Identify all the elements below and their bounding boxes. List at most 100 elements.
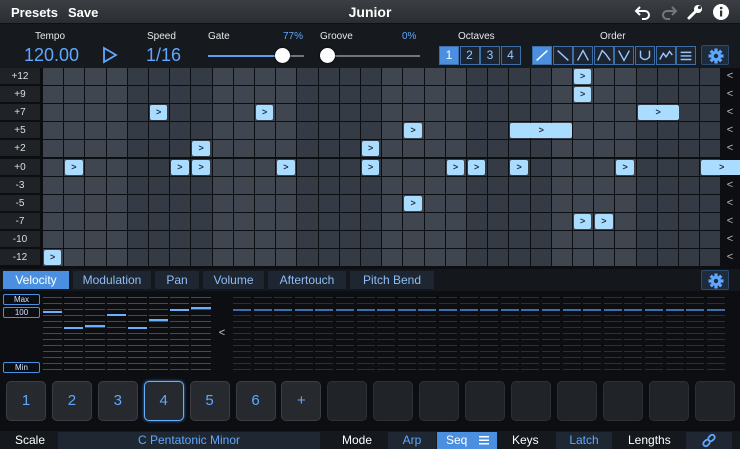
grid-cell[interactable] — [297, 249, 318, 267]
grid-cell[interactable] — [339, 230, 360, 248]
grid-cell[interactable] — [382, 212, 403, 230]
grid-cell[interactable] — [636, 194, 657, 212]
add-pattern-button[interactable]: + — [281, 381, 322, 421]
grid-cell[interactable] — [636, 249, 657, 267]
grid-cell[interactable] — [530, 230, 551, 248]
grid-cell[interactable] — [43, 86, 64, 104]
velocity-bar-inactive[interactable] — [562, 293, 581, 373]
pattern-pad-4[interactable]: 4 — [143, 381, 184, 421]
grid-cell[interactable] — [297, 230, 318, 248]
velocity-bar-inactive[interactable] — [439, 293, 457, 373]
tab-velocity[interactable]: Velocity — [3, 271, 69, 289]
groove-slider[interactable] — [320, 55, 420, 57]
grid-cell[interactable] — [233, 249, 254, 267]
speed-value[interactable]: 1/16 — [146, 45, 181, 66]
grid-cell[interactable] — [64, 104, 85, 122]
grid-cell[interactable] — [43, 104, 64, 122]
grid-cell[interactable] — [382, 194, 403, 212]
grid-cell[interactable] — [297, 158, 318, 176]
settings-button[interactable] — [701, 45, 729, 65]
grid-cell[interactable] — [255, 230, 276, 248]
grid-cell[interactable] — [657, 158, 678, 176]
grid-cell[interactable] — [551, 194, 572, 212]
groove-slider-thumb[interactable] — [320, 48, 335, 63]
note-block[interactable]: > — [192, 141, 210, 157]
grid-cell[interactable] — [679, 249, 700, 267]
grid-cell[interactable] — [64, 249, 85, 267]
grid-cell[interactable] — [551, 104, 572, 122]
grid-cell[interactable] — [700, 230, 721, 248]
row-expand-arrow[interactable]: < — [722, 213, 738, 230]
grid-cell[interactable] — [64, 230, 85, 248]
grid-cell[interactable] — [318, 176, 339, 194]
grid-cell[interactable] — [424, 68, 445, 86]
velocity-bar-inactive[interactable] — [233, 293, 251, 373]
grid-cell[interactable] — [43, 68, 64, 86]
grid-cell[interactable] — [85, 140, 106, 158]
grid-cell[interactable] — [127, 86, 148, 104]
grid-cell[interactable] — [657, 176, 678, 194]
octave-button-3[interactable]: 3 — [480, 46, 500, 65]
grid-cell[interactable] — [551, 176, 572, 194]
grid-cell[interactable] — [551, 86, 572, 104]
grid-cell[interactable] — [657, 230, 678, 248]
pattern-pad-empty[interactable] — [327, 381, 368, 421]
grid-cell[interactable] — [445, 140, 466, 158]
grid-cell[interactable] — [530, 249, 551, 267]
grid-cell[interactable] — [149, 122, 170, 140]
grid-cell[interactable] — [233, 194, 254, 212]
velocity-collapse-button[interactable]: < — [212, 327, 232, 339]
grid-cell[interactable] — [85, 158, 106, 176]
grid-cell[interactable] — [339, 212, 360, 230]
grid-cell[interactable] — [127, 194, 148, 212]
pattern-pad-6[interactable]: 6 — [235, 381, 276, 421]
grid-cell[interactable] — [361, 86, 382, 104]
note-block[interactable]: > — [595, 213, 613, 229]
grid-cell[interactable] — [339, 68, 360, 86]
grid-cell[interactable] — [170, 104, 191, 122]
grid-cell[interactable] — [551, 212, 572, 230]
octave-button-2[interactable]: 2 — [459, 46, 480, 65]
velocity-bar-inactive[interactable] — [624, 293, 643, 373]
grid-cell[interactable] — [170, 212, 191, 230]
grid-cell[interactable] — [339, 176, 360, 194]
grid-cell[interactable] — [615, 68, 636, 86]
grid-cell[interactable] — [339, 122, 360, 140]
row-expand-arrow[interactable]: < — [722, 86, 738, 103]
grid-cell[interactable] — [127, 249, 148, 267]
grid-cell[interactable] — [551, 158, 572, 176]
grid-cell[interactable] — [212, 230, 233, 248]
order-button-1[interactable] — [532, 46, 552, 65]
pattern-pad-empty[interactable] — [419, 381, 460, 421]
grid-cell[interactable] — [594, 194, 615, 212]
grid-cell[interactable] — [170, 140, 191, 158]
grid-cell[interactable] — [467, 140, 488, 158]
grid-cell[interactable] — [551, 140, 572, 158]
grid-cell[interactable] — [64, 68, 85, 86]
grid-cell[interactable] — [191, 194, 212, 212]
grid-cell[interactable] — [85, 194, 106, 212]
note-block[interactable]: > — [637, 105, 679, 121]
grid-cell[interactable] — [233, 86, 254, 104]
grid-cell[interactable] — [149, 212, 170, 230]
grid-cell[interactable] — [530, 104, 551, 122]
pattern-pad-3[interactable]: 3 — [97, 381, 138, 421]
undo-icon[interactable] — [634, 3, 652, 21]
grid-cell[interactable] — [191, 104, 212, 122]
row-expand-arrow[interactable]: < — [722, 249, 738, 266]
grid-cell[interactable] — [233, 176, 254, 194]
grid-cell[interactable] — [191, 176, 212, 194]
grid-cell[interactable] — [339, 86, 360, 104]
grid-cell[interactable] — [382, 122, 403, 140]
grid-cell[interactable] — [170, 86, 191, 104]
note-block[interactable]: > — [44, 250, 62, 265]
note-block[interactable]: > — [171, 159, 189, 175]
grid-cell[interactable] — [467, 230, 488, 248]
grid-cell[interactable] — [212, 140, 233, 158]
note-block[interactable]: > — [701, 159, 740, 175]
grid-cell[interactable] — [615, 176, 636, 194]
grid-cell[interactable] — [551, 68, 572, 86]
grid-cell[interactable] — [467, 104, 488, 122]
grid-cell[interactable] — [149, 158, 170, 176]
grid-cell[interactable] — [382, 68, 403, 86]
